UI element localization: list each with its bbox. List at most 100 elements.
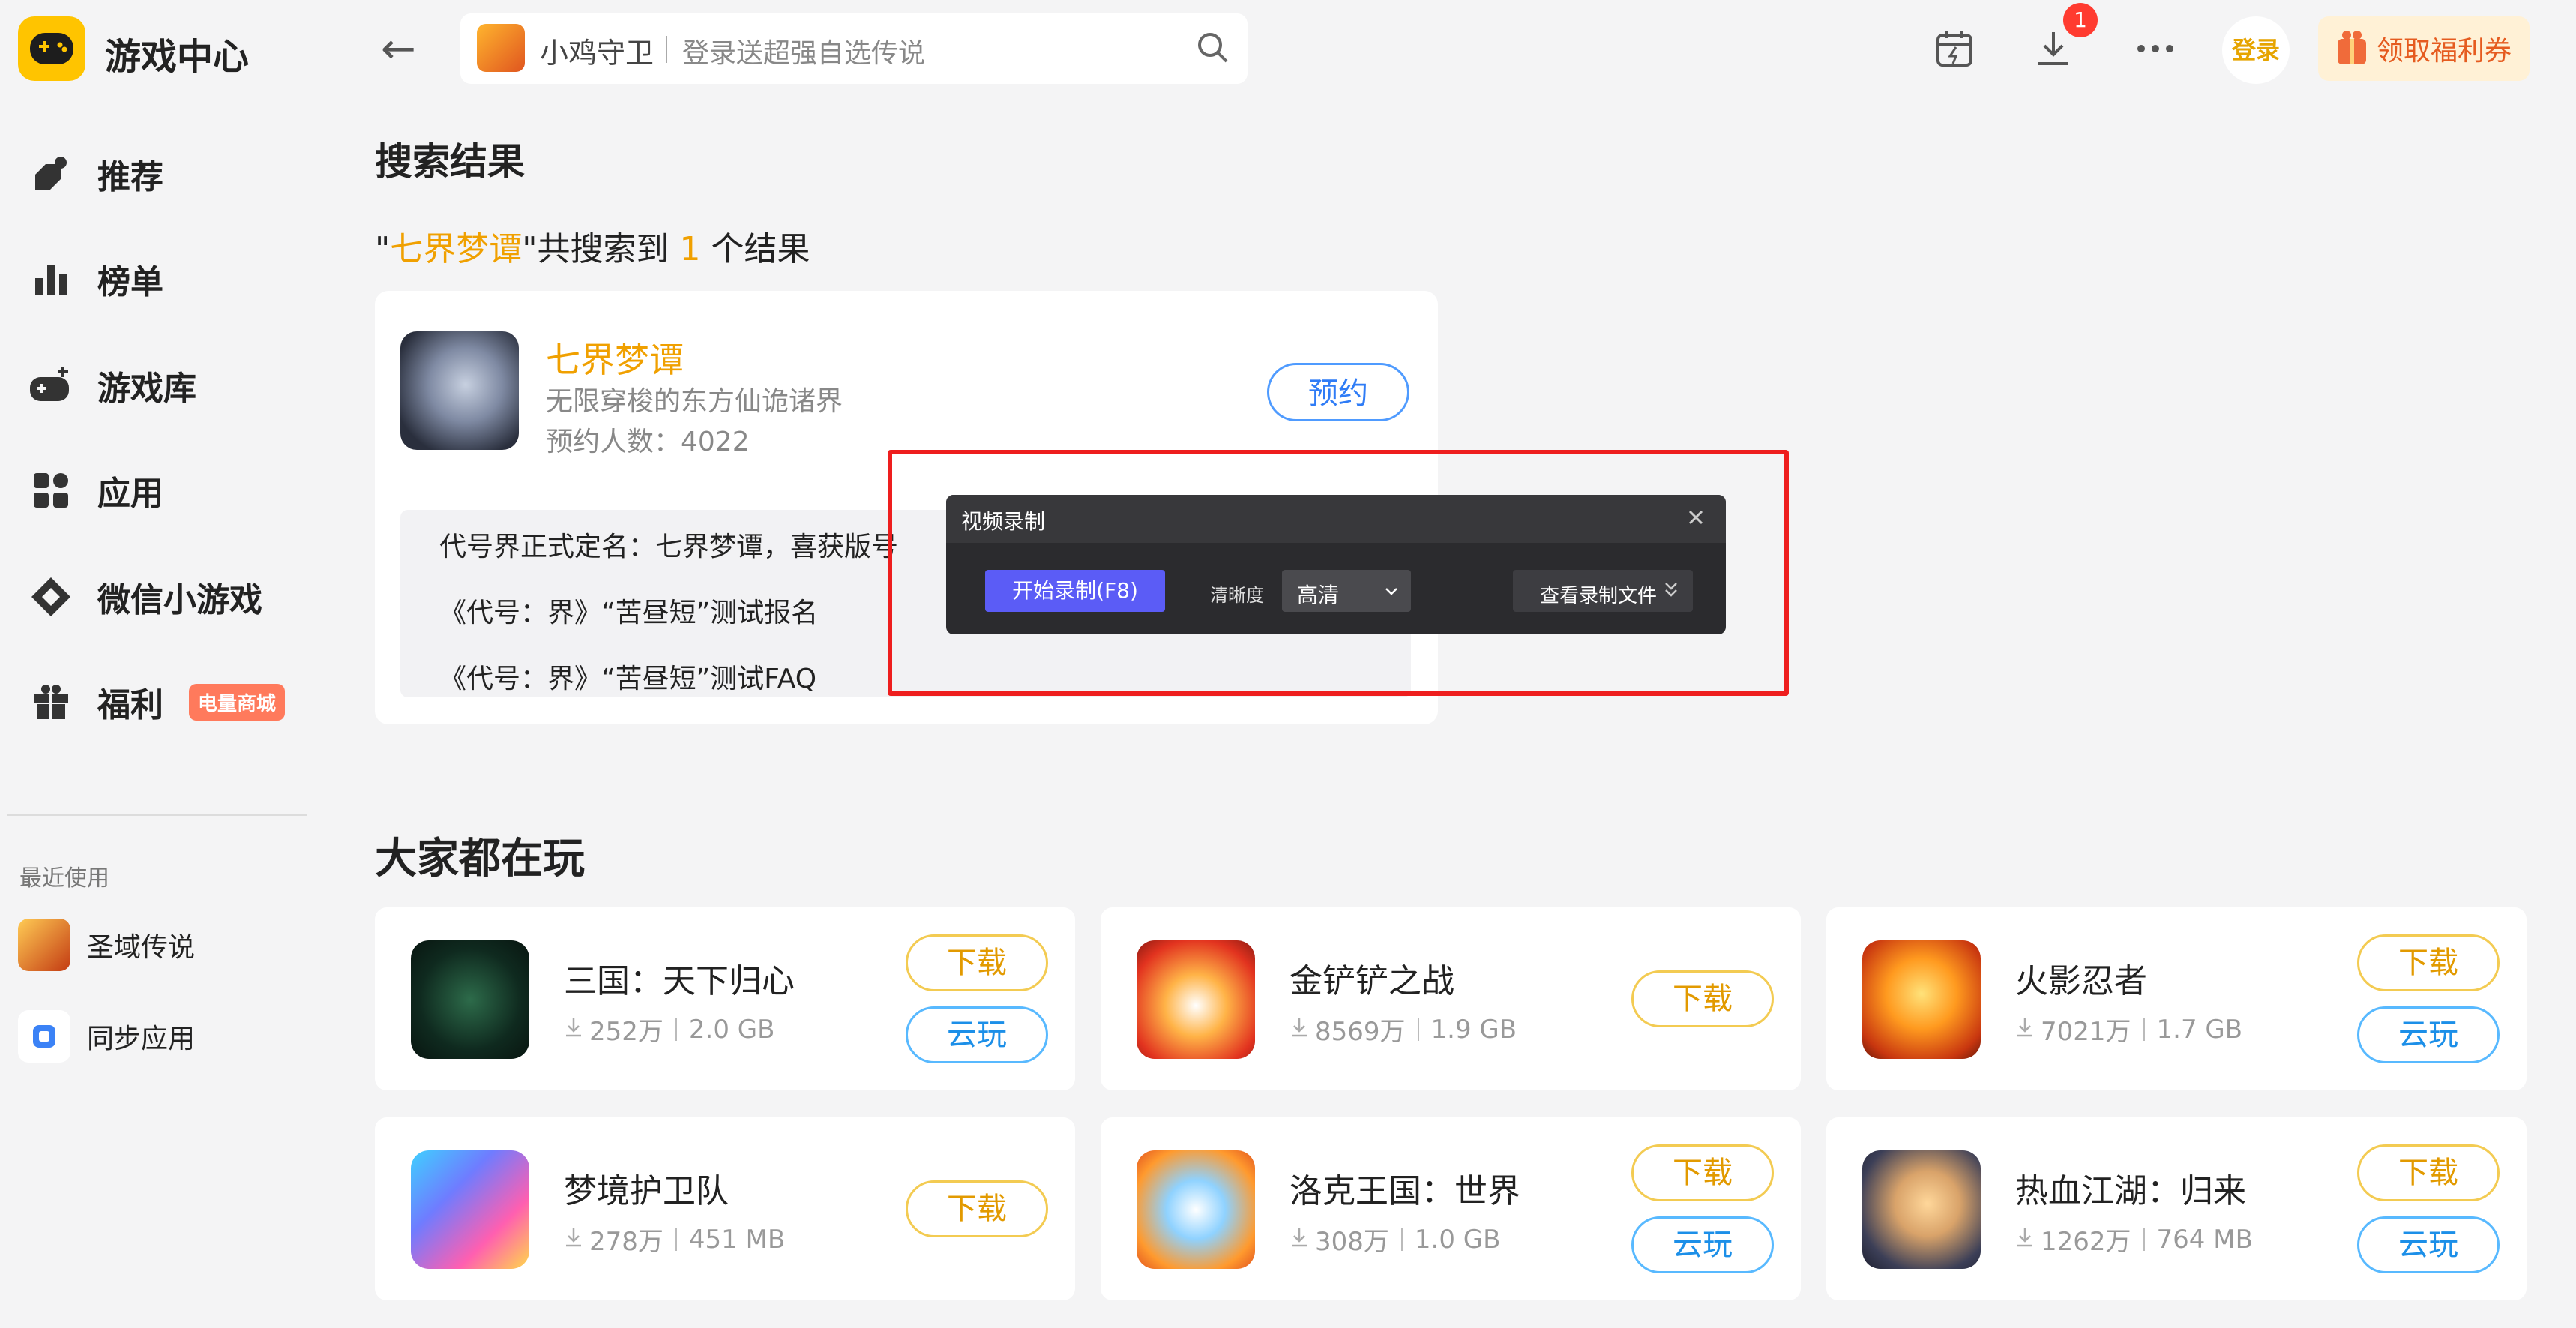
- download-count-icon: [2015, 1225, 2035, 1255]
- results-heading: 搜索结果: [375, 140, 525, 184]
- download-button[interactable]: 下载: [2357, 934, 2500, 991]
- search-placeholder: 登录送超强自选传说: [682, 38, 926, 69]
- game-card[interactable]: 洛克王国：世界 308万 1.0 GB 下载 云玩: [1101, 1117, 1801, 1300]
- claim-coupon-button[interactable]: 领取福利券: [2318, 16, 2530, 81]
- sync-app-icon: [18, 1010, 70, 1063]
- cloud-play-button[interactable]: 云玩: [1631, 1216, 1774, 1273]
- download-button[interactable]: 下载: [2357, 1144, 2500, 1201]
- download-button[interactable]: 下载: [906, 934, 1048, 991]
- meta-separator: [2143, 1228, 2145, 1251]
- download-count: 8569万: [1315, 1017, 1406, 1047]
- back-arrow-icon[interactable]: ←: [381, 28, 416, 70]
- game-card[interactable]: 三国：天下归心 252万 2.0 GB 下载 云玩: [375, 907, 1075, 1090]
- search-game-icon: [477, 24, 525, 72]
- news-item[interactable]: 代号界正式定名：七界梦谭，喜获版号: [439, 525, 898, 564]
- close-icon[interactable]: [1682, 504, 1709, 534]
- summary-count: 1: [679, 230, 701, 268]
- sidebar-item-welfare[interactable]: 福利 电量商城: [27, 672, 312, 732]
- game-size: 2.0 GB: [688, 1014, 775, 1045]
- download-count: 1262万: [2041, 1227, 2131, 1257]
- start-recording-button[interactable]: 开始录制(F8): [985, 570, 1165, 612]
- game-meta: 308万 1.0 GB: [1289, 1221, 1500, 1258]
- sidebar: 游戏中心 推荐 榜单 游戏库 应用 微信小游戏 福利 电量商城 最近使用 圣域传…: [0, 0, 330, 1328]
- panel-header: [946, 495, 1726, 543]
- video-recording-panel: 视频录制 开始录制(F8) 清晰度 高清 查看录制文件: [946, 495, 1726, 634]
- game-thumbnail: [1137, 1150, 1255, 1269]
- recent-item-shengyu[interactable]: 圣域传说: [18, 918, 195, 972]
- sidebar-item-library[interactable]: 游戏库: [27, 355, 312, 415]
- sidebar-item-label: 应用: [97, 475, 163, 513]
- game-card[interactable]: 热血江湖：归来 1262万 764 MB 下载 云玩: [1826, 1117, 2527, 1300]
- view-recordings-button[interactable]: 查看录制文件: [1513, 570, 1693, 612]
- more-icon[interactable]: [2129, 22, 2182, 75]
- game-name: 金铲铲之战: [1289, 962, 1454, 1000]
- power-mall-badge: 电量商城: [189, 683, 286, 721]
- search-icon[interactable]: [1195, 30, 1230, 67]
- results-summary: "七界梦谭"共搜索到 1 个结果: [375, 222, 810, 270]
- gamepad-plus-icon: [27, 361, 75, 409]
- meta-separator: [2143, 1018, 2145, 1041]
- gamepad-logo-icon: [30, 33, 73, 64]
- login-button[interactable]: 登录: [2222, 16, 2290, 84]
- quality-select[interactable]: 高清: [1282, 570, 1411, 612]
- game-meta: 7021万 1.7 GB: [2015, 1011, 2242, 1048]
- game-name: 梦境护卫队: [564, 1172, 729, 1210]
- search-input[interactable]: 小鸡守卫: [540, 30, 654, 71]
- quality-value: 高清: [1297, 583, 1340, 607]
- app-title: 游戏中心: [105, 36, 250, 78]
- download-count: 278万: [589, 1227, 663, 1257]
- download-button[interactable]: 下载: [906, 1180, 1048, 1237]
- meta-separator: [1417, 1018, 1419, 1041]
- search-separator: [666, 36, 667, 63]
- game-name: 洛克王国：世界: [1289, 1172, 1520, 1210]
- summary-text: "共搜索到: [522, 230, 680, 268]
- download-count-icon: [1289, 1225, 1309, 1255]
- sidebar-item-label: 福利: [97, 686, 163, 724]
- recent-title: 最近使用: [19, 865, 109, 892]
- game-meta: 252万 2.0 GB: [564, 1011, 774, 1048]
- game-name: 三国：天下归心: [564, 962, 795, 1000]
- game-meta: 1262万 764 MB: [2015, 1221, 2253, 1258]
- game-name: 火影忍者: [2015, 962, 2147, 1000]
- calendar-icon[interactable]: [1928, 22, 1981, 75]
- news-item[interactable]: 《代号：界》“苦昼短”测试报名: [439, 591, 818, 630]
- download-button[interactable]: 下载: [1631, 970, 1774, 1027]
- game-thumbnail: [1137, 940, 1255, 1059]
- game-thumbnail[interactable]: [400, 331, 519, 450]
- game-size: 1.0 GB: [1414, 1224, 1501, 1255]
- apps-grid-icon: [27, 466, 75, 514]
- panel-title: 视频录制: [961, 509, 1046, 534]
- download-button[interactable]: 下载: [1631, 1144, 1774, 1201]
- meta-separator: [675, 1228, 677, 1251]
- cloud-play-button[interactable]: 云玩: [2357, 1006, 2500, 1063]
- meta-separator: [1400, 1228, 1403, 1251]
- news-item[interactable]: 《代号：界》“苦昼短”测试FAQ: [439, 657, 816, 696]
- cloud-play-button[interactable]: 云玩: [906, 1006, 1048, 1063]
- game-card[interactable]: 金铲铲之战 8569万 1.9 GB 下载: [1101, 907, 1801, 1090]
- sidebar-item-label: 微信小游戏: [97, 581, 262, 619]
- recent-item-sync-app[interactable]: 同步应用: [18, 1009, 195, 1063]
- summary-quote: ": [375, 230, 391, 268]
- app-logo: [18, 16, 85, 81]
- double-chevron-down-icon: [1663, 580, 1679, 603]
- game-card[interactable]: 火影忍者 7021万 1.7 GB 下载 云玩: [1826, 907, 2527, 1090]
- sidebar-item-label: 榜单: [97, 263, 163, 301]
- download-count: 308万: [1315, 1227, 1389, 1257]
- view-recordings-label: 查看录制文件: [1540, 585, 1658, 607]
- game-thumbnail: [1862, 940, 1981, 1059]
- sidebar-item-wechat-games[interactable]: 微信小游戏: [27, 567, 312, 627]
- reserve-count: 预约人数：4022: [546, 427, 750, 457]
- reserve-button[interactable]: 预约: [1267, 363, 1409, 421]
- game-meta: 278万 451 MB: [564, 1221, 785, 1258]
- cloud-play-button[interactable]: 云玩: [2357, 1216, 2500, 1273]
- sidebar-item-apps[interactable]: 应用: [27, 460, 312, 520]
- sidebar-item-label: 推荐: [97, 158, 163, 196]
- download-count-icon: [564, 1015, 583, 1045]
- game-name[interactable]: 七界梦谭: [546, 333, 684, 382]
- meta-separator: [675, 1018, 677, 1041]
- game-card[interactable]: 梦境护卫队 278万 451 MB 下载: [375, 1117, 1075, 1300]
- popular-heading: 大家都在玩: [375, 835, 585, 883]
- search-bar[interactable]: 小鸡守卫 登录送超强自选传说: [460, 13, 1248, 84]
- sidebar-item-recommend[interactable]: 推荐: [27, 144, 312, 204]
- sidebar-item-ranking[interactable]: 榜单: [27, 249, 312, 309]
